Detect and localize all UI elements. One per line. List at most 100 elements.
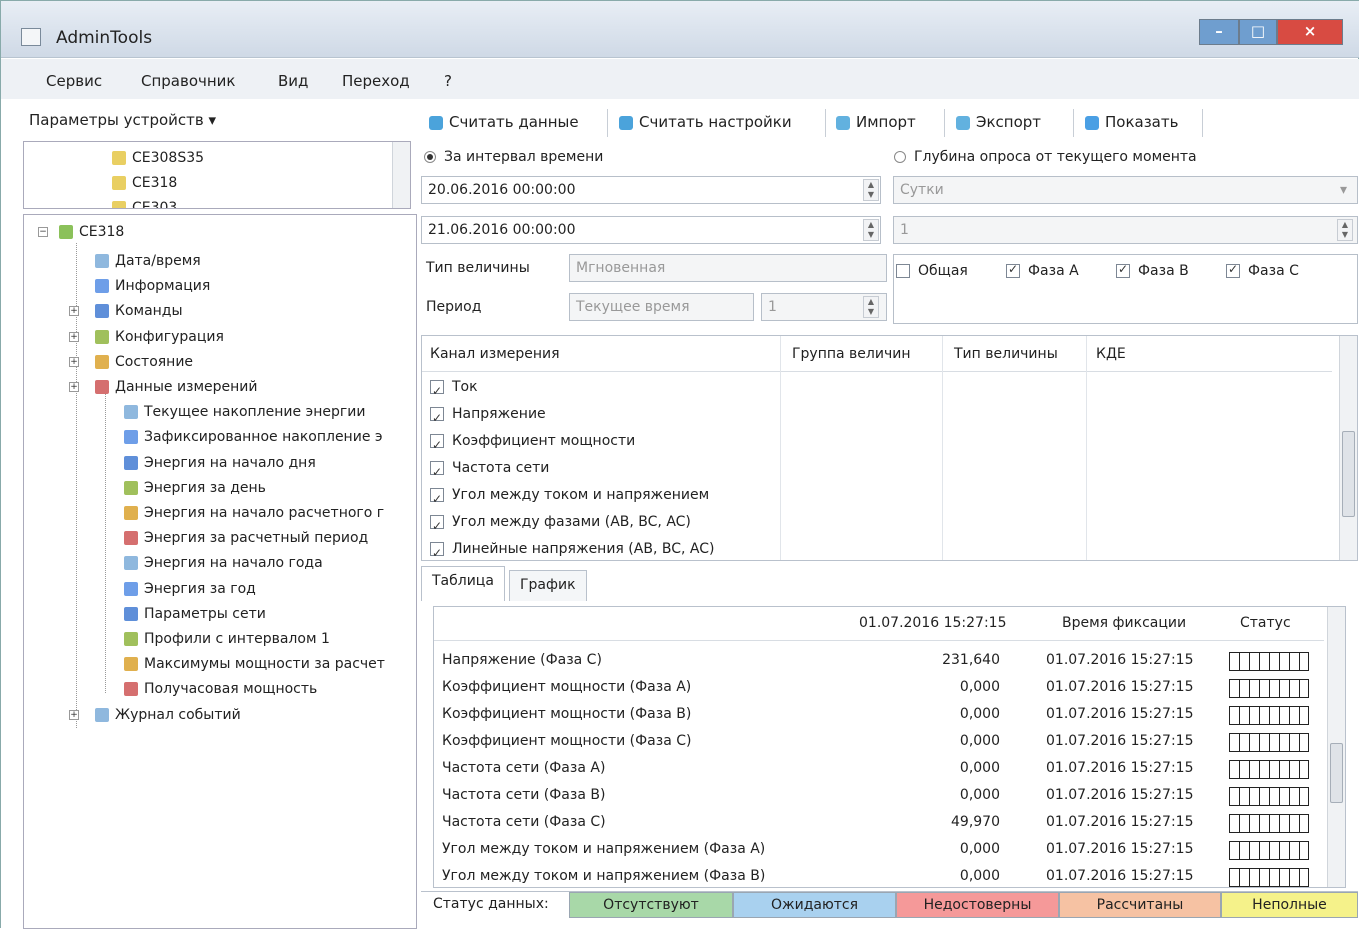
menu-navigate[interactable]: Переход [342,72,410,90]
channel-row[interactable]: Угол между током и напряжением [430,482,709,512]
show-button[interactable]: Показать [1085,109,1178,135]
tree-expander[interactable]: + [69,356,79,367]
read-data-button[interactable]: Считать данные [429,109,579,135]
channel-checkbox[interactable] [430,540,444,566]
result-row[interactable]: Угол между током и напряжением (Фаза B) 0… [434,863,1324,890]
tree-item[interactable]: Энергия на начало года [124,553,323,573]
channel-row[interactable]: Частота сети [430,455,549,485]
result-row[interactable]: Коэффициент мощности (Фаза B) 0,000 01.07.… [434,701,1324,728]
channel-row[interactable]: Угол между фазами (AB, BC, AC) [430,509,691,539]
tree-item[interactable]: Энергия за день [124,478,266,498]
channel-checkbox[interactable] [430,432,444,458]
phase-total-checkbox[interactable]: Общая [896,263,968,279]
tree-item[interactable]: Энергия за год [124,579,256,599]
tree-item[interactable]: Журнал событий [95,705,241,725]
channel-scrollbar[interactable] [1339,336,1357,560]
menu-service[interactable]: Сервис [46,72,102,90]
tree-item[interactable]: Дата/время [95,251,201,271]
tree-root[interactable]: CE318 [59,222,124,242]
results-header-time[interactable]: 01.07.2016 15:27:15 [859,615,1007,631]
tree-item[interactable]: Текущее накопление энергии [124,402,365,422]
export-button[interactable]: Экспорт [956,109,1041,135]
tab-chart[interactable]: График [509,570,587,601]
menu-view[interactable]: Вид [278,72,308,90]
result-row[interactable]: Коэффициент мощности (Фаза C) 0,000 01.07.… [434,728,1324,755]
tab-table[interactable]: Таблица [421,566,505,601]
period-count-spinner[interactable]: ▲ ▼ [863,296,879,318]
device-item[interactable]: CE308S35 [112,148,204,168]
import-button[interactable]: Импорт [836,109,916,135]
tree-item[interactable]: Максимумы мощности за расчет [124,654,385,674]
date-from-field[interactable]: 20.06.2016 00:00:00 [421,176,881,204]
channel-checkbox[interactable] [430,513,444,539]
results-scrollbar[interactable] [1327,607,1345,887]
period-field[interactable]: Текущее время [569,293,754,321]
phase-c-checkbox[interactable]: Фаза C [1226,262,1299,279]
result-row[interactable]: Частота сети (Фаза C) 49,970 01.07.2016 15… [434,809,1324,836]
tree-item[interactable]: Получасовая мощность [124,679,317,699]
tree-item[interactable]: Данные измерений [95,377,258,397]
channel-row[interactable]: Линейные напряжения (AB, BC, AC) [430,536,714,566]
channel-grid[interactable]: Канал измерения Группа величин Тип велич… [421,335,1358,566]
channel-row[interactable]: Коэффициент мощности [430,428,635,458]
header-group[interactable]: Группа величин [792,346,910,362]
device-item[interactable]: CE303 [112,198,177,208]
tree-expander[interactable]: + [69,331,79,342]
channel-checkbox[interactable] [430,378,444,404]
tree-item[interactable]: Команды [95,301,183,321]
tree-expander[interactable]: + [69,306,79,317]
depth-radio[interactable]: Глубина опроса от текущего момента [894,149,1197,165]
result-row[interactable]: Угол между током и напряжением (Фаза A) 0… [434,836,1324,863]
device-item[interactable]: CE318 [112,173,177,193]
results-table[interactable]: 01.07.2016 15:27:15 Время фиксации Стату… [433,606,1346,888]
interval-radio[interactable]: За интервал времени [424,149,603,165]
channel-checkbox[interactable] [430,486,444,512]
device-tree[interactable]: − CE318 Дата/время Информация + Команды + Кон… [23,214,417,929]
phase-b-checkbox[interactable]: Фаза B [1116,262,1189,279]
channel-row[interactable]: Напряжение [430,401,546,431]
device-list-scrollbar[interactable] [392,142,410,208]
channel-checkbox[interactable] [430,459,444,485]
maximize-button[interactable]: □ [1239,19,1277,45]
value-type-field[interactable]: Мгновенная [569,254,887,282]
tree-item[interactable]: Энергия на начало расчетного г [124,503,384,523]
menu-help[interactable]: ? [444,72,452,90]
date-to-field[interactable]: 21.06.2016 00:00:00 [421,216,881,244]
tree-item[interactable]: Энергия за расчетный период [124,528,368,548]
result-row[interactable]: Частота сети (Фаза A) 0,000 01.07.2016 15:… [434,755,1324,782]
tree-item[interactable]: Состояние [95,352,193,372]
date-to-spinner[interactable]: ▲ ▼ [863,219,879,241]
results-header-status[interactable]: Статус [1240,615,1291,631]
date-from-spinner[interactable]: ▲ ▼ [863,179,879,201]
tree-expander[interactable]: + [69,382,79,392]
results-header-fixed-time[interactable]: Время фиксации [1062,615,1186,631]
tree-item[interactable]: Зафиксированное накопление э [124,427,383,447]
device-params-dropdown[interactable]: Параметры устройств ▾ [29,111,216,129]
depth-value-field[interactable]: 1 [893,216,1358,244]
channel-row[interactable]: Ток [430,374,478,404]
tree-item[interactable]: Параметры сети [124,604,266,624]
result-row[interactable]: Коэффициент мощности (Фаза A) 0,000 01.07.… [434,674,1324,701]
result-row[interactable]: Напряжение (Фаза C) 231,640 01.07.2016 15:… [434,647,1324,674]
read-settings-button[interactable]: Считать настройки [619,109,792,135]
tree-item[interactable]: Энергия на начало дня [124,453,316,473]
header-kde[interactable]: КДЕ [1096,346,1126,362]
header-channel[interactable]: Канал измерения [430,346,560,362]
close-button[interactable]: × [1277,19,1343,45]
title-bar[interactable]: AdminTools – □ × [1,1,1359,58]
channel-scroll-thumb[interactable] [1342,431,1355,517]
channel-checkbox[interactable] [430,405,444,431]
depth-unit-chevron-icon[interactable]: ▾ [1340,182,1347,198]
depth-spinner[interactable]: ▲ ▼ [1337,219,1353,241]
minimize-button[interactable]: – [1199,19,1239,45]
tree-item[interactable]: Профили с интервалом 1 [124,629,330,649]
tree-expander[interactable]: + [69,709,79,720]
header-type[interactable]: Тип величины [954,346,1058,362]
tree-item[interactable]: Информация [95,276,210,296]
results-scroll-thumb[interactable] [1330,743,1343,803]
tree-expander[interactable]: − [38,227,48,237]
tree-item[interactable]: Конфигурация [95,327,224,347]
result-row[interactable]: Частота сети (Фаза B) 0,000 01.07.2016 15:… [434,782,1324,809]
phase-a-checkbox[interactable]: Фаза A [1006,262,1079,279]
depth-unit-select[interactable]: Сутки [893,176,1358,204]
